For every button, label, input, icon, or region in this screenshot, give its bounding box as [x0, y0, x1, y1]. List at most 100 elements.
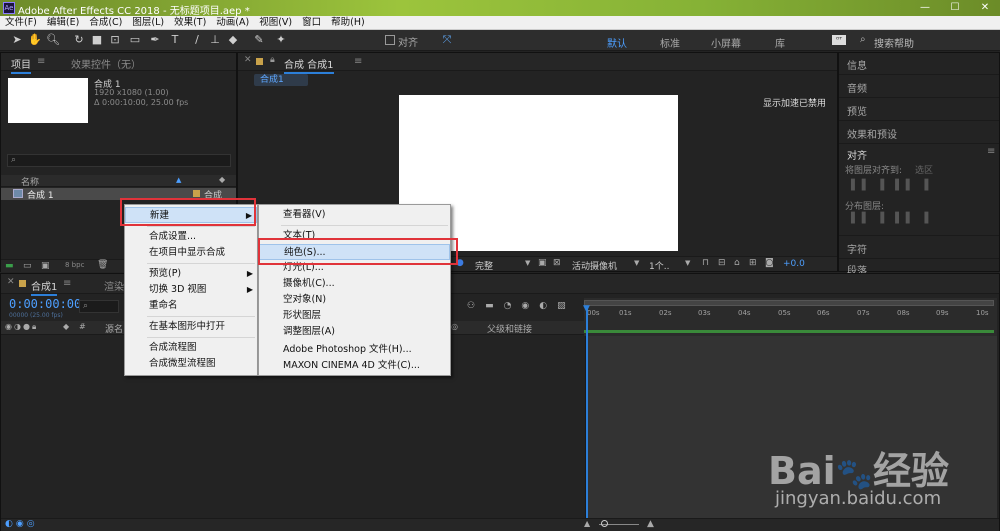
effects-presets-panel-tab[interactable]: 效果和预设 [847, 126, 897, 141]
breadcrumb-composition[interactable]: 合成1 [254, 74, 308, 86]
current-time-indicator[interactable] [586, 308, 588, 518]
fast-previews-icon[interactable]: ⊟ [718, 258, 726, 268]
submenu-item-solid[interactable]: 纯色(S)... [259, 244, 450, 260]
brush-tool-icon[interactable]: / [190, 33, 204, 47]
close-button[interactable]: ✕ [970, 0, 1000, 16]
project-search-input[interactable]: ⌕ [7, 154, 231, 167]
delete-trash-icon[interactable]: 🗑︎ [97, 260, 108, 270]
timeline-footer-toggle-icons[interactable]: ◐◉◎ [5, 519, 38, 529]
tab-project[interactable]: 项目 [11, 56, 31, 74]
exposure-value[interactable]: +0.0 [783, 259, 805, 269]
bit-depth-button[interactable]: 8 bpc [65, 261, 84, 269]
column-header-name[interactable]: 名称 [21, 175, 39, 188]
view-layout-select[interactable]: 1个.. [649, 259, 669, 272]
interpret-footage-icon[interactable]: ▬ [5, 261, 14, 271]
new-composition-icon[interactable]: ▣ [41, 261, 50, 271]
new-folder-icon[interactable]: ▭ [23, 261, 32, 271]
zoom-in-icon[interactable]: ▲ [647, 519, 654, 529]
tab-render-queue[interactable]: 渲染 [104, 278, 124, 293]
workspace-standard[interactable]: 标准 [660, 35, 680, 50]
region-of-interest-icon[interactable]: ▣ [538, 258, 547, 268]
submenu-item-text[interactable]: 文本(T) [259, 228, 450, 244]
workspace-default[interactable]: 默认 [607, 35, 627, 50]
close-panel-icon[interactable]: ✕ [7, 277, 15, 287]
menu-item-mini-flowchart[interactable]: 合成微型流程图 [125, 356, 257, 372]
selection-tool-icon[interactable]: ➤ [10, 33, 24, 47]
column-header-parent[interactable]: 父级和链接 [487, 322, 532, 335]
zoom-slider-handle[interactable] [601, 520, 608, 527]
flowchart-icon[interactable]: ⊞ [749, 258, 757, 268]
project-item-row[interactable]: 合成 1 合成 [1, 188, 236, 201]
submenu-item-shape-layer[interactable]: 形状图层 [259, 308, 450, 324]
rectangle-tool-icon[interactable]: ▭ [128, 33, 142, 47]
workspace-libraries[interactable]: 库 [775, 35, 785, 50]
menu-layer[interactable]: 图层(L) [127, 16, 169, 29]
toggle-pixel-aspect-icon[interactable]: ⊓ [702, 258, 709, 268]
workspace-small-screen[interactable]: 小屏幕 [711, 35, 741, 50]
menu-edit[interactable]: 编辑(E) [42, 16, 84, 29]
time-ruler[interactable]: 00s 01s 02s 03s 04s 05s 06s 07s 08s 09s … [584, 298, 997, 336]
panel-menu-icon[interactable]: ≡ [63, 278, 71, 289]
menu-item-composition-flowchart[interactable]: 合成流程图 [125, 340, 257, 356]
character-panel-tab[interactable]: 字符 [847, 241, 867, 256]
menu-item-switch-3d-view[interactable]: 切换 3D 视图 ▶ [125, 282, 257, 298]
menu-item-reveal-in-project[interactable]: 在项目中显示合成 [125, 245, 257, 261]
resolution-select[interactable]: 完整 [475, 259, 493, 272]
menu-item-open-in-essential-graphics[interactable]: 在基本图形中打开 [125, 319, 257, 335]
clone-stamp-tool-icon[interactable]: ⊥ [208, 33, 222, 47]
menu-animation[interactable]: 动画(A) [211, 16, 254, 29]
work-area-bar[interactable] [584, 330, 994, 333]
info-panel-tab[interactable]: 信息 [847, 57, 867, 72]
search-help-toggle-icon[interactable]: ᴼᵀ [832, 35, 846, 45]
time-navigator-bar[interactable] [584, 300, 994, 306]
timeline-toggle-icon[interactable]: ⌂ [734, 258, 740, 268]
menu-file[interactable]: 文件(F) [0, 16, 42, 29]
align-buttons-row[interactable]: ▐▌▐▐▌▐ [847, 180, 935, 191]
rotate-tool-icon[interactable]: ↻ [72, 33, 86, 47]
submenu-item-viewer[interactable]: 查看器(V) [259, 207, 450, 223]
type-tool-icon[interactable]: T [168, 33, 182, 47]
snapping-icon[interactable]: ⤧ [440, 33, 454, 47]
submenu-item-null-object[interactable]: 空对象(N) [259, 292, 450, 308]
timeline-switch-icons[interactable]: ⚇▬◔◉◐▨ [467, 301, 576, 311]
menu-item-preview[interactable]: 预览(P) ▶ [125, 266, 257, 282]
menu-effect[interactable]: 效果(T) [169, 16, 211, 29]
audio-panel-tab[interactable]: 音频 [847, 80, 867, 95]
tab-composition[interactable]: 合成 合成1 [284, 56, 334, 74]
submenu-item-light[interactable]: 灯光(L)... [259, 260, 450, 276]
panel-menu-icon[interactable]: ≡ [37, 56, 45, 67]
submenu-item-cinema4d-file[interactable]: MAXON CINEMA 4D 文件(C)... [259, 358, 450, 374]
menu-item-composition-settings[interactable]: 合成设置... [125, 229, 257, 245]
hand-tool-icon[interactable]: ✋ [28, 33, 42, 47]
camera-view-select[interactable]: 活动摄像机 [572, 259, 617, 272]
menu-item-rename[interactable]: 重命名 [125, 298, 257, 314]
zoom-out-icon[interactable]: ▲ [584, 519, 590, 528]
maximize-button[interactable]: ☐ [940, 0, 970, 16]
timeline-search-input[interactable]: ⌕ [79, 300, 119, 313]
current-timecode[interactable]: 0:00:00:00 [9, 297, 81, 311]
menu-composition[interactable]: 合成(C) [84, 16, 127, 29]
search-help-input[interactable]: 搜索帮助 [874, 35, 914, 50]
snapshot-icon[interactable]: ◙ [765, 258, 774, 268]
panel-menu-icon[interactable]: ≡ [354, 56, 362, 67]
pan-behind-tool-icon[interactable]: ⊡ [108, 33, 122, 47]
tab-effect-controls[interactable]: 效果控件（无） [71, 56, 141, 71]
transparency-grid-icon[interactable]: ⊠ [553, 258, 561, 268]
menu-item-new[interactable]: 新建 ▶ [125, 207, 257, 223]
align-to-select[interactable]: 选区 [915, 163, 933, 176]
minimize-button[interactable]: — [910, 0, 940, 16]
panel-menu-icon[interactable]: ≡ [987, 146, 995, 157]
roto-brush-tool-icon[interactable]: ✎ [252, 33, 266, 47]
pen-tool-icon[interactable]: ✒ [148, 33, 162, 47]
column-header-source-name[interactable]: 源名 [105, 322, 123, 335]
close-panel-icon[interactable]: ✕ [244, 55, 252, 65]
menu-help[interactable]: 帮助(H) [326, 16, 370, 29]
lock-icon[interactable]: 🔒︎ [270, 55, 275, 65]
tab-timeline-comp[interactable]: 合成1 [31, 278, 58, 296]
puppet-tool-icon[interactable]: ✦ [274, 33, 288, 47]
zoom-tool-icon[interactable]: 🔍︎ [46, 33, 60, 47]
playhead-handle-icon[interactable]: ▼ [583, 304, 590, 314]
submenu-item-adjustment-layer[interactable]: 调整图层(A) [259, 324, 450, 340]
distribute-buttons-row[interactable]: ▐▌▐▐▌▐ [847, 213, 935, 224]
submenu-item-camera[interactable]: 摄像机(C)... [259, 276, 450, 292]
